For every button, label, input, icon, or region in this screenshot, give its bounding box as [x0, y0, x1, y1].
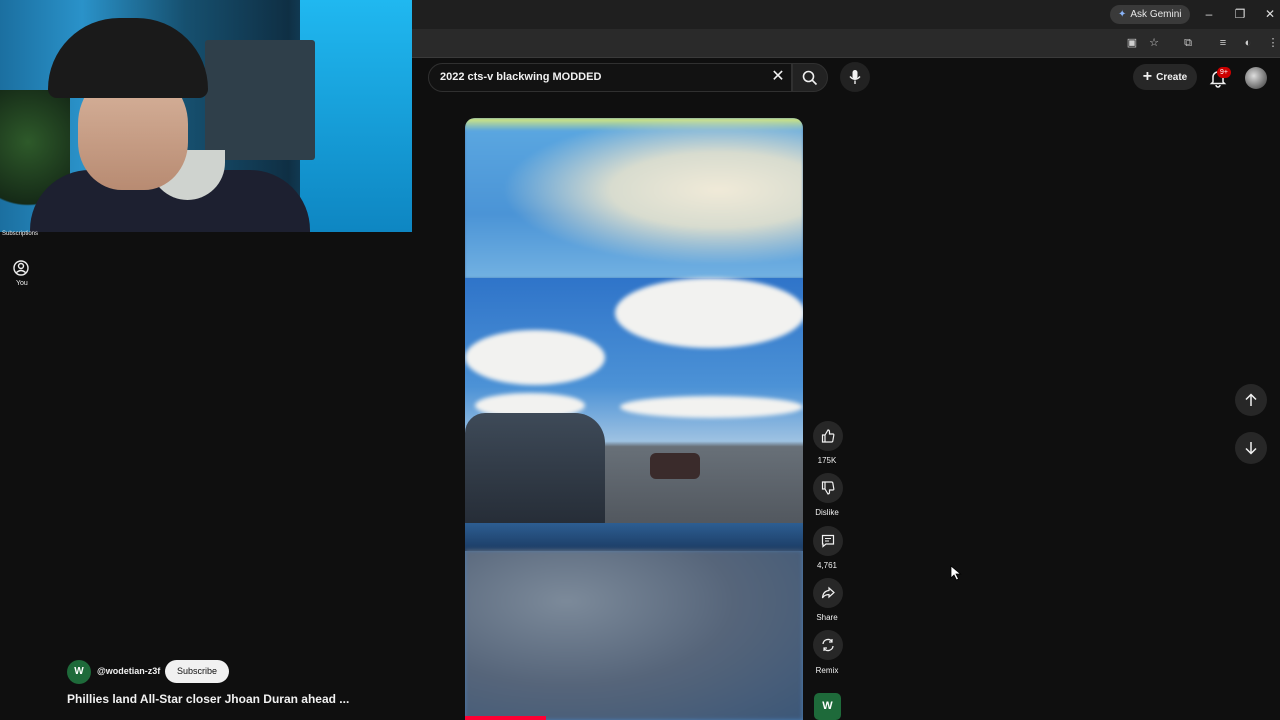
- thumbs-down-icon: [821, 481, 835, 495]
- search-button[interactable]: [792, 63, 828, 92]
- remix-icon: [822, 638, 834, 652]
- sidebar-item-you[interactable]: You: [16, 280, 28, 287]
- minimize-icon[interactable]: –: [1201, 6, 1217, 22]
- bookmark-star-icon[interactable]: ☆: [1146, 35, 1162, 51]
- account-avatar[interactable]: [1245, 67, 1267, 89]
- channel-avatar-button[interactable]: W: [814, 693, 841, 720]
- share-button[interactable]: [813, 578, 843, 608]
- restore-icon[interactable]: ❐: [1232, 6, 1248, 22]
- microphone-icon: [849, 70, 861, 84]
- create-button[interactable]: + Create: [1133, 64, 1197, 90]
- gemini-sparkle-icon: ✦: [1118, 9, 1127, 20]
- arrow-down-icon: [1245, 442, 1257, 455]
- reading-list-icon[interactable]: ≡: [1215, 35, 1231, 51]
- sidebar-item-subscriptions[interactable]: Subscriptions: [2, 231, 38, 237]
- video-hood: [465, 523, 803, 551]
- you-icon[interactable]: [12, 259, 30, 277]
- next-short-button[interactable]: [1235, 432, 1267, 464]
- webcam-overlay: [0, 0, 412, 232]
- video-frame-top: [465, 118, 803, 278]
- channel-avatar[interactable]: W: [67, 660, 91, 684]
- like-count: 175K: [817, 456, 837, 465]
- share-label: Share: [816, 613, 838, 622]
- remix-label: Remix: [815, 666, 839, 675]
- thumbs-up-icon: [821, 429, 835, 443]
- plus-icon: +: [1142, 68, 1153, 85]
- video-frame-bottom: [465, 550, 803, 720]
- previous-short-button[interactable]: [1235, 384, 1267, 416]
- like-button[interactable]: [813, 421, 843, 451]
- cast-icon[interactable]: ▣: [1124, 35, 1140, 51]
- comment-count: 4,761: [816, 561, 838, 570]
- dislike-label: Dislike: [815, 508, 839, 517]
- subscribe-button[interactable]: Subscribe: [165, 660, 229, 683]
- close-icon[interactable]: ✕: [1262, 6, 1278, 22]
- voice-search-button[interactable]: [840, 62, 870, 92]
- extensions-icon[interactable]: ⧉: [1180, 35, 1196, 51]
- comment-icon: [821, 534, 835, 548]
- menu-dots-icon[interactable]: ⋮: [1265, 35, 1280, 51]
- video-suv: [465, 413, 605, 528]
- short-video-player[interactable]: [465, 118, 803, 720]
- search-query-text[interactable]: 2022 cts-v blackwing MODDED: [440, 71, 601, 83]
- channel-handle[interactable]: @wodetian-z3f: [97, 666, 160, 676]
- remix-button[interactable]: [813, 630, 843, 660]
- ask-gemini-button[interactable]: ✦ Ask Gemini: [1110, 5, 1190, 24]
- dislike-button[interactable]: [813, 473, 843, 503]
- profile-icon[interactable]: ◐: [1240, 35, 1256, 51]
- ask-gemini-label: Ask Gemini: [1130, 9, 1182, 20]
- search-icon: [802, 70, 818, 85]
- mouse-cursor-icon: [950, 565, 962, 581]
- create-label: Create: [1156, 71, 1188, 83]
- video-car: [650, 453, 700, 479]
- share-arrow-icon: [821, 586, 835, 599]
- short-title[interactable]: Phillies land All-Star closer Jhoan Dura…: [67, 692, 349, 706]
- arrow-up-icon: [1245, 393, 1257, 406]
- video-progress-bar[interactable]: [465, 716, 546, 720]
- notifications-badge: 9+: [1217, 67, 1231, 78]
- clear-search-icon[interactable]: ✕: [770, 68, 786, 86]
- comments-button[interactable]: [813, 526, 843, 556]
